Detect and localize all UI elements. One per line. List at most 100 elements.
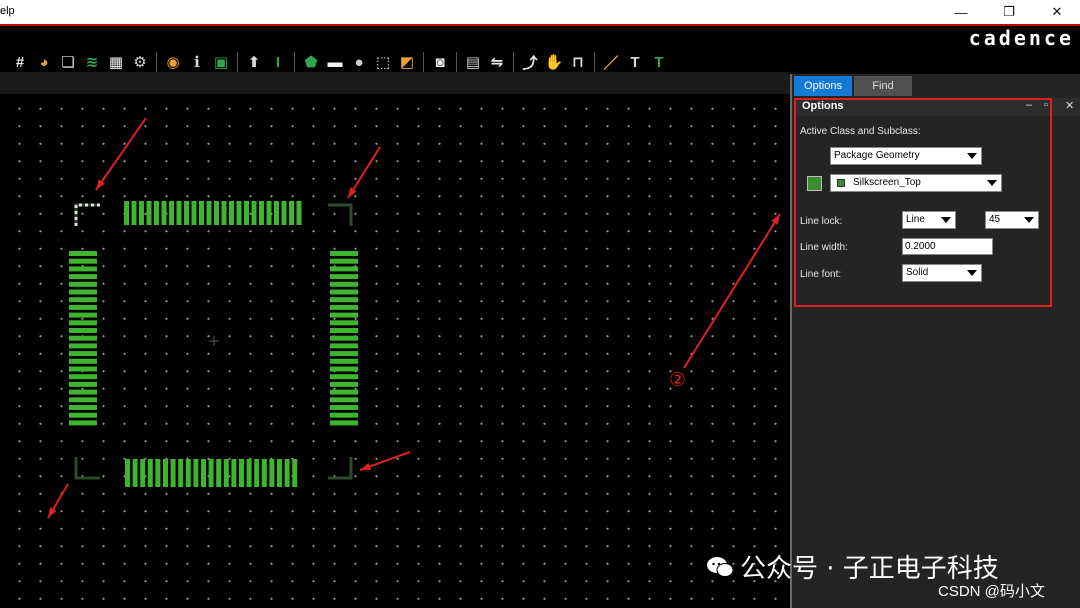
pad-left	[69, 389, 97, 395]
pad-left	[69, 312, 97, 318]
pad-bottom	[201, 459, 206, 487]
spreadsheet-icon[interactable]: ▦	[106, 52, 126, 72]
select-region-icon[interactable]: ⬚	[373, 52, 393, 72]
pad-bottom	[185, 459, 191, 487]
restore-button[interactable]: ❐	[986, 0, 1032, 24]
toolbar-separator	[156, 52, 157, 72]
close-button[interactable]: ✕	[1034, 0, 1080, 24]
pad-bottom	[284, 459, 290, 487]
pad-right	[330, 358, 358, 364]
fill-icon[interactable]: ◩	[397, 52, 417, 72]
layers-icon[interactable]: ≋	[82, 52, 102, 72]
pad-bottom	[239, 459, 244, 487]
pad-top	[236, 201, 242, 225]
swap-icon[interactable]: ⇋	[487, 52, 507, 72]
csdn-credit: CSDN @码小文	[938, 583, 1045, 600]
toolbar-separator	[513, 52, 514, 72]
add-line-icon[interactable]: ／	[601, 52, 621, 72]
pad-left	[69, 304, 97, 310]
pad-right	[330, 258, 358, 264]
route-icon[interactable]: ⤴	[520, 52, 540, 72]
close-panel-icon[interactable]: ✕	[1065, 99, 1074, 112]
tool-row: # ◕ ❏ ≋ ▦ ⚙ ◉ ℹ ▣ ⬆ I ⬟ ▬ ● ⬚ ◩ ◙ ▤ ⇋ ⤴ ✋ ⊓ ／ T T	[10, 50, 673, 74]
pad-top	[191, 201, 197, 225]
pad-right	[330, 297, 358, 303]
pad-right	[330, 335, 358, 341]
pin-icon[interactable]: ⬆	[244, 52, 264, 72]
pad-right	[330, 420, 358, 426]
cadence-logo: cadence	[968, 26, 1074, 50]
pad-left	[69, 420, 97, 426]
add-circle-icon[interactable]: ●	[349, 52, 369, 72]
pad-bottom	[125, 459, 130, 487]
add-shape-icon[interactable]: ⬟	[301, 52, 321, 72]
pad-top	[296, 201, 302, 225]
tab-find[interactable]: Find	[854, 76, 912, 96]
camera-icon[interactable]: ◙	[430, 52, 450, 72]
color-icon[interactable]: ◕	[34, 52, 54, 72]
pad-top	[124, 201, 129, 225]
pad-left	[69, 343, 97, 349]
toolbar-separator	[594, 52, 595, 72]
info-icon[interactable]: ℹ	[187, 52, 207, 72]
silkscreen-corner-top-left	[74, 203, 100, 226]
wechat-icon	[707, 557, 734, 577]
pad-left	[69, 412, 97, 418]
pad-left	[69, 258, 97, 264]
gear-doc-icon[interactable]: ⚙	[130, 52, 150, 72]
add-text-icon[interactable]: T	[625, 52, 645, 72]
pad-top	[274, 201, 279, 225]
pad-top	[176, 201, 182, 225]
design-canvas[interactable]	[0, 94, 790, 608]
pad-top	[146, 201, 152, 225]
pad-left	[69, 297, 97, 303]
pad-bottom	[292, 459, 298, 487]
minimize-button[interactable]: —	[938, 0, 984, 24]
pad-bottom	[269, 459, 275, 487]
pad-bottom	[216, 459, 222, 487]
pad-right	[330, 274, 358, 280]
pad-left	[69, 405, 97, 410]
pad-right	[330, 266, 358, 272]
pad-bottom	[231, 459, 237, 487]
pad-top	[251, 201, 257, 225]
pad-right	[330, 320, 358, 326]
shape-copy-icon[interactable]: ❏	[58, 52, 78, 72]
pad-top	[259, 201, 264, 225]
hand-icon[interactable]: ✋	[544, 52, 564, 72]
title-bar: elp — ❐ ✕	[0, 0, 1080, 24]
pad-left	[69, 274, 97, 280]
edit-text-icon[interactable]: T	[649, 52, 669, 72]
toolbar-separator	[294, 52, 295, 72]
pad-left	[69, 381, 97, 387]
report-icon[interactable]: ▤	[463, 52, 483, 72]
grid-icon[interactable]: #	[10, 52, 30, 72]
toolbar-separator	[423, 52, 424, 72]
pad-top	[169, 201, 174, 225]
pad-left	[69, 335, 97, 341]
pad-bottom	[155, 459, 161, 487]
pad-left	[69, 397, 97, 403]
help-menu[interactable]: elp	[0, 5, 15, 17]
pad-bottom	[193, 459, 199, 487]
tab-options[interactable]: Options	[794, 76, 852, 96]
slide-icon[interactable]: ⊓	[568, 52, 588, 72]
pad-right	[330, 251, 358, 256]
package-icon[interactable]: ▣	[211, 52, 231, 72]
silkscreen-corner-top-left-highlight	[74, 203, 100, 226]
silkscreen-corner-bottom-left	[74, 457, 100, 480]
pad-top	[281, 201, 287, 225]
pad-right	[330, 328, 358, 333]
pad-top	[154, 201, 159, 225]
pad-left	[69, 289, 97, 295]
pad-top	[161, 201, 167, 225]
pad-top	[266, 201, 272, 225]
pad-right	[330, 381, 358, 387]
text-cursor-icon[interactable]: I	[268, 52, 288, 72]
callout-number: ②	[669, 370, 687, 391]
pad-top	[244, 201, 249, 225]
eye-icon[interactable]: ◉	[163, 52, 183, 72]
add-rect-icon[interactable]: ▬	[325, 52, 345, 72]
pad-bottom	[140, 459, 146, 487]
pad-right	[330, 289, 358, 295]
